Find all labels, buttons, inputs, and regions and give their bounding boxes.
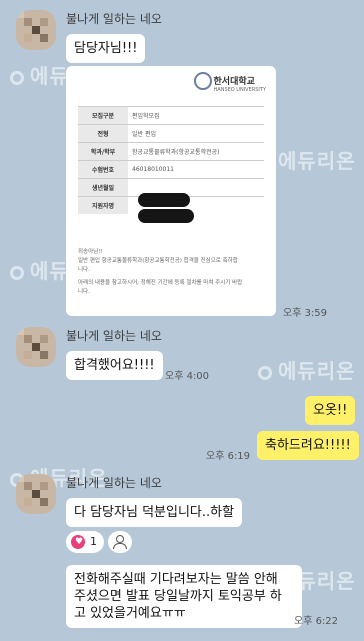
reaction-count: 1 [90,535,97,548]
avatar[interactable] [16,10,56,50]
table-row: 전형 일반 편입 [78,124,264,143]
message-time: 오후 3:59 [283,308,328,319]
message-bubble[interactable]: 전화해주실때 기다려보자는 말씀 안해 주셨으면 발표 당일날까지 토익공부 하… [66,565,302,628]
table-row: 모집구분 편입학모집 [78,106,264,125]
sender-name: 불나게 일하는 네오 [66,12,162,26]
university-seal-icon [194,72,212,90]
message-bubble[interactable]: 축하드려요!!!!! [257,431,359,460]
avatar[interactable] [16,327,56,367]
message-time: 오후 6:22 [294,616,339,627]
avatar[interactable] [16,474,56,514]
message-time: 오후 4:00 [165,371,210,382]
message-image[interactable]: 한서대학교 HANSEO UNIVERSITY 모집구분 편입학모집 전형 일반 편입… [66,66,276,316]
university-logo: 한서대학교 HANSEO UNIVERSITY [213,77,266,93]
message-bubble[interactable]: 담당자님!!! [66,34,146,63]
table-row: 수험번호 46018010011 [78,160,264,179]
sender-name: 불나게 일하는 네오 [66,329,162,343]
redaction-mark [138,209,194,223]
message-bubble[interactable]: 다 담당자님 덕분입니다..하할 [66,498,243,527]
sender-name: 불나게 일하는 네오 [66,476,162,490]
message-bubble[interactable]: 합격했어요!!!! [66,351,163,380]
redaction-mark [138,193,190,207]
user-icon [116,535,124,543]
message-bubble[interactable]: 오옷!! [305,396,356,425]
watermark: 에듀리온 [258,355,356,384]
message-time: 오후 6:19 [206,451,251,462]
result-note: 죄송아님!! 일반 편입 항공교통물류학과(항공교통학전공) 합격을 진심으로 … [78,249,243,295]
add-reaction-button[interactable] [108,531,132,553]
table-row: 학과/학부 항공교통물류학과(항공교통학전공) [78,142,264,161]
reaction-badge[interactable]: ♥ 1 [66,531,104,553]
